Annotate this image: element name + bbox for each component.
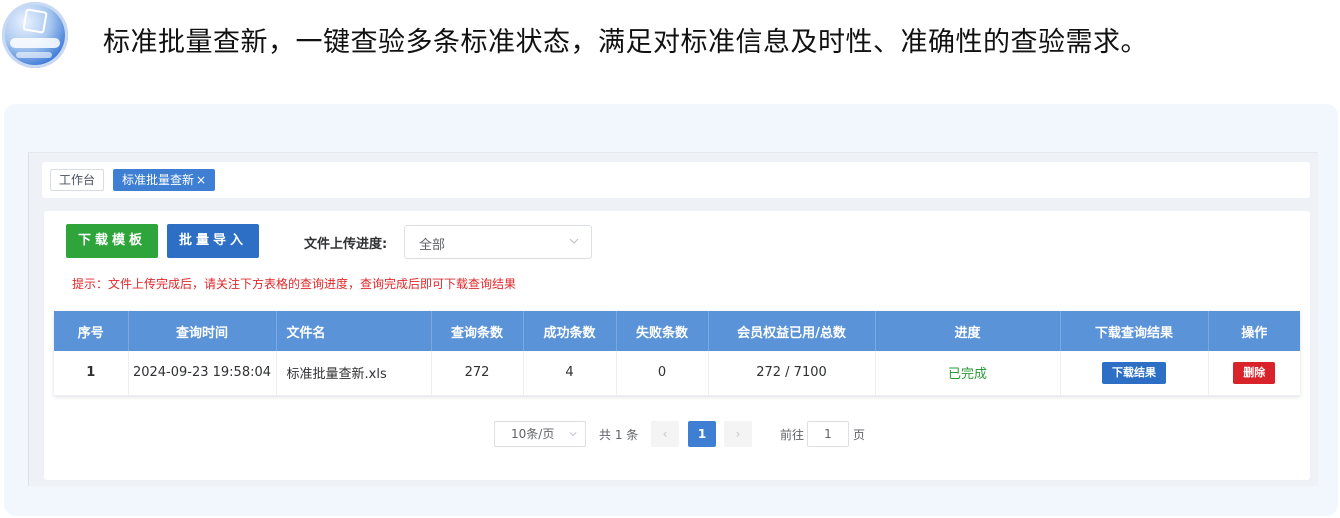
tags-view-bar: 工作台 标准批量查新 ×	[42, 162, 1310, 198]
logo-square-shape	[22, 8, 48, 34]
product-logo-icon	[2, 2, 68, 68]
cell-query-count: 272	[431, 351, 524, 396]
total-count: 共 1 条	[599, 428, 639, 442]
prev-page-button[interactable]: ‹	[651, 421, 679, 447]
table-header-row: 序号 查询时间 文件名 查询条数 成功条数 失败条数 会员权益已用/总数 进度 …	[54, 311, 1300, 351]
close-icon[interactable]: ×	[196, 173, 206, 187]
chevron-down-icon	[569, 432, 577, 437]
column-header: 进度	[875, 311, 1061, 351]
cell-status: 已完成	[875, 351, 1061, 396]
tab-batch-check-label: 标准批量查新	[122, 173, 195, 187]
cell-query-time: 2024-09-23 19:58:04	[128, 351, 277, 396]
download-result-button[interactable]: 下载结果	[1102, 361, 1166, 384]
tab-workbench[interactable]: 工作台	[50, 169, 105, 191]
page-number-1[interactable]: 1	[688, 421, 716, 447]
cell-download: 下载结果	[1060, 351, 1209, 396]
column-header: 操作	[1208, 311, 1300, 351]
column-header: 成功条数	[523, 311, 617, 351]
column-header: 会员权益已用/总数	[708, 311, 876, 351]
table-row: 1 2024-09-23 19:58:04 标准批量查新.xls 272 4 0…	[54, 351, 1300, 396]
next-page-button[interactable]: ›	[724, 421, 752, 447]
tab-batch-check[interactable]: 标准批量查新 ×	[113, 169, 216, 191]
upload-progress-label: 文件上传进度:	[304, 237, 388, 252]
upload-progress-select[interactable]: 全部	[404, 225, 592, 259]
cell-filename: 标准批量查新.xls	[276, 351, 432, 396]
cell-actions: 删除	[1208, 351, 1300, 396]
column-header: 序号	[54, 311, 129, 351]
column-header: 失败条数	[616, 311, 709, 351]
cell-success-count: 4	[523, 351, 617, 396]
hero-description: 标准批量查新，一键查验多条标准状态，满足对标准信息及时性、准确性的查验需求。	[103, 27, 1148, 58]
hero-banner: 标准批量查新，一键查验多条标准状态，满足对标准信息及时性、准确性的查验需求。	[0, 0, 1340, 80]
cell-quota: 272 / 7100	[708, 351, 876, 396]
column-header: 文件名	[276, 311, 432, 351]
upload-progress-select-value: 全部	[419, 238, 446, 253]
column-header: 查询时间	[128, 311, 277, 351]
pagination: 10条/页 共 1 条 ‹ 1 › 前往 1 页	[0, 421, 1340, 447]
upload-hint: 提示：文件上传完成后，请关注下方表格的查询进度，查询完成后即可下载查询结果	[72, 277, 517, 291]
column-header: 查询条数	[431, 311, 524, 351]
logo-bar-shape	[10, 38, 60, 48]
cell-index: 1	[54, 351, 129, 396]
page-size-select[interactable]: 10条/页	[494, 421, 586, 447]
goto-page-input[interactable]: 1	[807, 421, 849, 447]
chevron-down-icon	[569, 238, 579, 244]
logo-bar-shape	[16, 52, 52, 58]
goto-label: 前往	[780, 428, 805, 442]
download-template-button[interactable]: 下载模板	[66, 224, 158, 258]
delete-button[interactable]: 删除	[1233, 361, 1276, 384]
batch-import-button[interactable]: 批量导入	[167, 224, 259, 258]
results-table: 序号 查询时间 文件名 查询条数 成功条数 失败条数 会员权益已用/总数 进度 …	[54, 311, 1300, 396]
goto-suffix: 页	[853, 428, 866, 442]
page-size-value: 10条/页	[511, 427, 555, 441]
column-header: 下载查询结果	[1060, 311, 1209, 351]
cell-fail-count: 0	[616, 351, 709, 396]
